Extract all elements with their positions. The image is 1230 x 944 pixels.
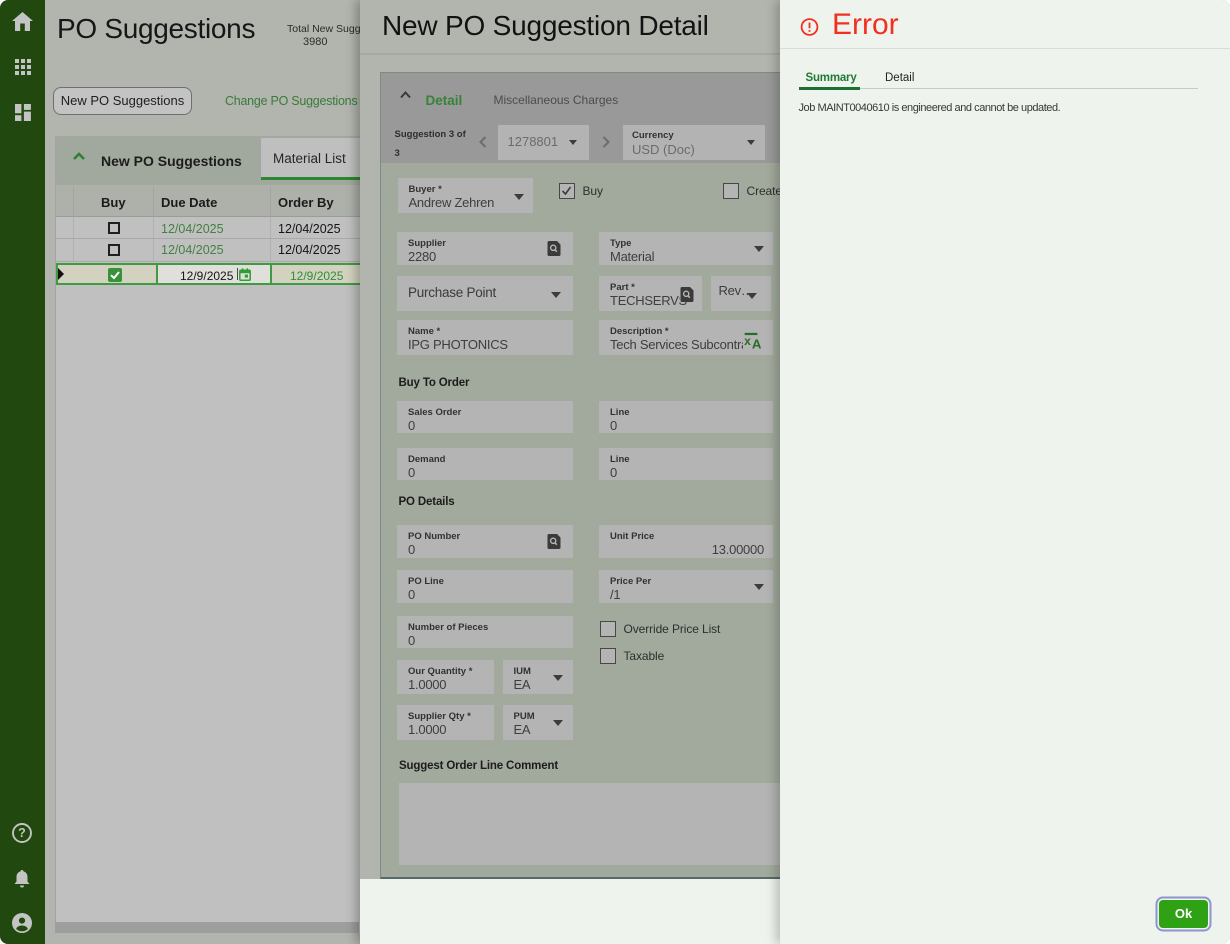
svg-text:A: A xyxy=(752,336,762,350)
svg-text:x: x xyxy=(744,334,751,348)
svg-text:?: ? xyxy=(18,826,26,840)
